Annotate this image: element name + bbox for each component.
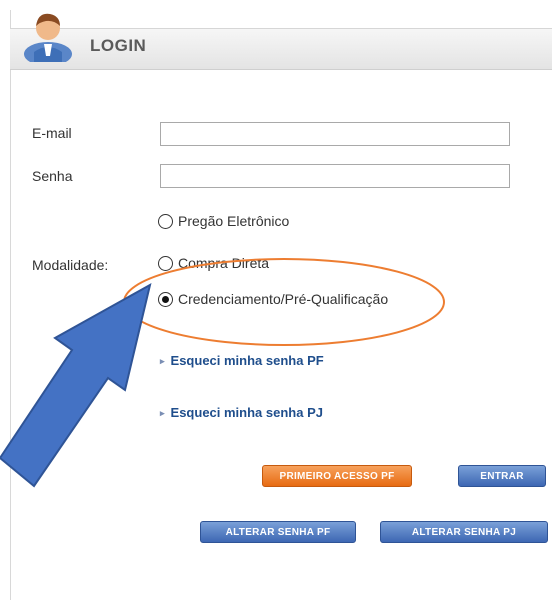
radio-button[interactable] [158,213,173,229]
forgot-pj-text: Esqueci minha senha PJ [170,405,323,420]
login-title: LOGIN [90,36,147,55]
alterar-senha-pj-button[interactable]: ALTERAR SENHA PJ [380,521,548,543]
modalidade-label: Modalidade: [32,257,109,273]
radio-label: Pregão Eletrônico [178,213,290,229]
forgot-pf-text: Esqueci minha senha PF [170,353,324,368]
primeiro-acesso-button[interactable]: PRIMEIRO ACESSO PF [262,465,412,487]
radio-button[interactable] [158,255,173,271]
chevron-right-icon: ▸ [160,408,165,419]
alterar-senha-pf-button[interactable]: ALTERAR SENHA PF [200,521,356,543]
user-avatar-icon [24,13,72,62]
chevron-right-icon: ▸ [160,356,165,367]
senha-label: Senha [32,168,73,184]
entrar-button[interactable]: ENTRAR [458,465,546,487]
radio-compra-direta[interactable]: Compra Direta [158,255,269,271]
forgot-password-pj-link[interactable]: ▸ Esqueci minha senha PJ [160,405,323,420]
radio-label: Compra Direta [178,255,270,271]
radio-label: Credenciamento/Pré-Qualificação [178,291,389,307]
radio-credenciamento[interactable]: Credenciamento/Pré-Qualificação [158,291,388,307]
senha-field[interactable] [160,164,510,188]
radio-button-selected[interactable] [158,291,173,307]
forgot-password-pf-link[interactable]: ▸ Esqueci minha senha PF [160,353,324,368]
email-field[interactable] [160,122,510,146]
email-label: E-mail [32,125,72,141]
radio-pregao-eletronico[interactable]: Pregão Eletrônico [158,213,289,229]
